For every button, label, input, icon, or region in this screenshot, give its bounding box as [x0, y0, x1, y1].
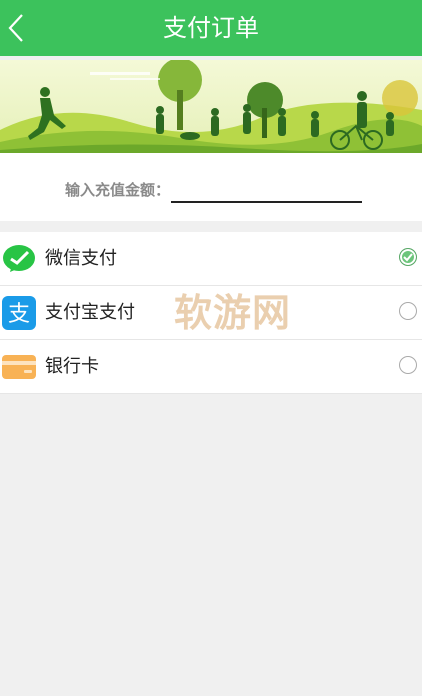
banner-image	[0, 60, 422, 153]
unselected-radio[interactable]	[399, 356, 417, 374]
payment-option-label: 微信支付	[45, 248, 117, 269]
bank-card-icon	[2, 350, 36, 384]
payment-option-label: 银行卡	[45, 356, 99, 377]
page-title: 支付订单	[163, 14, 259, 42]
svg-text:支: 支	[8, 302, 30, 327]
alipay-icon: 支	[2, 296, 36, 330]
payment-option-label: 支付宝支付	[45, 302, 135, 323]
payment-option-wechat[interactable]: 微信支付	[0, 232, 422, 286]
selected-radio[interactable]	[399, 248, 417, 266]
amount-input[interactable]	[171, 175, 362, 203]
check-icon	[403, 253, 413, 262]
unselected-radio[interactable]	[399, 302, 417, 320]
amount-card: 输入充值金额：	[0, 153, 422, 221]
watermark: 软游网	[174, 290, 292, 335]
payment-option-bank-card[interactable]: 银行卡	[0, 340, 422, 394]
top-bar: 支付订单	[0, 0, 422, 56]
wechat-icon	[2, 242, 36, 276]
amount-label: 输入充值金额：	[65, 181, 171, 199]
